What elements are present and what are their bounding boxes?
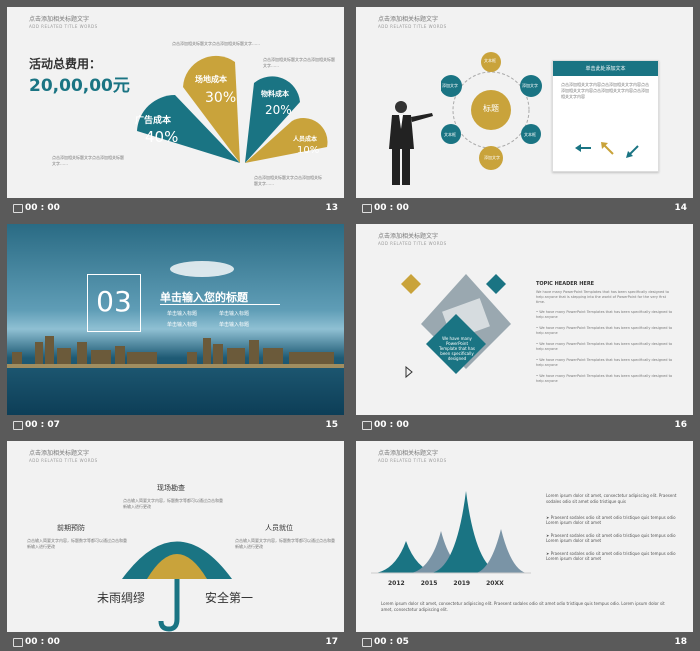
slide-thumbnail-18[interactable]: 点击添加相关标题文字 ADD RELATED TITLE WORDS 2012 20…	[356, 441, 693, 632]
cycle-node-2: 添加文字	[442, 83, 458, 88]
slide-info-bar-16: 00 : 00 16	[356, 416, 693, 434]
list-item: • We have many PowerPoint Templates that…	[536, 310, 673, 319]
slide-info-bar-18: 00 : 05 18	[356, 633, 693, 651]
note-bottom: 点击添加相关标题文字点击添加相关标题文字……	[254, 175, 322, 186]
text-panel: 单击此处添加文本 点击添加相关文字内容点击添加相关文字内容点击添加相关文字内容点…	[552, 60, 659, 172]
timer-icon	[362, 638, 372, 647]
slide-number: 15	[325, 420, 338, 430]
petal-pct-ad: 40%	[145, 128, 179, 146]
slide-thumbnail-17[interactable]: 点击添加相关标题文字 ADD RELATED TITLE WORDS 现场勘查 点…	[7, 441, 344, 632]
slide-info-bar-14: 00 : 00 14	[356, 199, 693, 217]
card-text: We have many PowerPoint Template that ha…	[439, 336, 475, 361]
petal-label-ad: 广告成本	[135, 116, 172, 126]
petal-label-venue: 场地成本	[195, 75, 227, 84]
list-item: ➤ Praesent sodales odio sit amet odio tr…	[546, 551, 676, 561]
desc-staff: 点击输入简要文字内容，标题数字等都可以通过点击和重新输入进行更改	[235, 538, 335, 549]
slide-timing: 00 : 07	[25, 420, 60, 430]
slide-thumbnail-14[interactable]: 点击添加相关标题文字 ADD RELATED TITLE WORDS 标题 文本框…	[356, 7, 693, 198]
cycle-node-3: 添加文字	[522, 83, 538, 88]
list-item: • We have many PowerPoint Templates that…	[536, 326, 673, 335]
list-item: ➤ Praesent sodales odio sit amet odio tr…	[546, 515, 676, 525]
umbrella-icon	[122, 541, 232, 632]
list-item: • We have many PowerPoint Templates that…	[536, 342, 673, 351]
timer-icon	[13, 638, 23, 647]
cycle-node-1: 文本框	[484, 58, 496, 63]
year-labels: 2012 2015 2019 20XX	[388, 580, 504, 587]
slide-header: 点击添加相关标题文字 ADD RELATED TITLE WORDS	[378, 233, 447, 246]
list-item: • We have many PowerPoint Templates that…	[536, 358, 673, 367]
slide-info-bar-13: 00 : 00 13	[7, 199, 344, 217]
slide-info-bar-17: 00 : 00 17	[7, 633, 344, 651]
desc-survey: 点击输入简要文字内容，标题数字等都可以通过点击和重新输入进行更改	[123, 498, 223, 509]
arrows-icon	[575, 142, 639, 158]
businessman-figure	[389, 101, 433, 185]
slide-header: 点击添加相关标题文字 ADD RELATED TITLE WORDS	[378, 450, 447, 463]
slide-timing: 00 : 05	[374, 637, 409, 647]
slide-header: 点击添加相关标题文字 ADD RELATED TITLE WORDS	[378, 16, 447, 29]
section-number-box: 03	[87, 274, 141, 332]
slogan-left: 未雨绸缪	[97, 591, 146, 605]
bullet-list: ➤ Praesent sodales odio sit amet odio tr…	[546, 515, 681, 561]
bullet-list: • We have many PowerPoint Templates that…	[536, 310, 676, 384]
petal-pct-material: 20%	[265, 103, 292, 117]
label-staff: 人员就位	[265, 524, 293, 532]
timer-icon	[362, 421, 372, 430]
slide-thumbnail-16[interactable]: 点击添加相关标题文字 ADD RELATED TITLE WORDS We hav…	[356, 224, 693, 415]
cycle-node-6: 添加文字	[484, 155, 500, 160]
list-item: ➤ Praesent sodales odio sit amet odio tr…	[546, 533, 676, 543]
section-number: 03	[96, 285, 132, 318]
slide-number: 14	[674, 203, 687, 213]
slide-timing: 00 : 00	[374, 420, 409, 430]
note-top: 点击添加相关标题文字点击添加相关标题文字……	[172, 41, 260, 46]
slide-thumbnail-13[interactable]: 点击添加相关标题文字 ADD RELATED TITLE WORDS 活动总费用：…	[7, 7, 344, 198]
slide-timing: 00 : 00	[374, 203, 409, 213]
slide-timing: 00 : 00	[25, 203, 60, 213]
peak-chart	[371, 491, 531, 574]
petal-label-material: 物料成本	[261, 90, 289, 98]
intro-text: Lorem ipsum dolor sit amet, consectetur …	[546, 493, 677, 504]
petal-pct-staff: 10%	[297, 145, 320, 156]
desc-prevention: 点击输入简要文字内容，标题数字等都可以通过点击和重新输入进行更改	[27, 538, 127, 549]
slogan-right: 安全第一	[205, 591, 254, 605]
slide-number: 13	[325, 203, 338, 213]
section-items: 单击输入标题 单击输入标题 单击输入标题 单击输入标题	[167, 311, 250, 328]
slide-header: 点击添加相关标题文字 ADD RELATED TITLE WORDS	[29, 450, 98, 463]
cycle-node-4: 文本框	[444, 132, 456, 137]
slide-number: 17	[325, 637, 338, 647]
timer-icon	[13, 204, 23, 213]
label-survey: 现场勘查	[157, 484, 185, 492]
topic-text: We have many PowerPoint Templates that h…	[536, 290, 669, 304]
slide-number: 18	[674, 637, 687, 647]
list-item: • We have many PowerPoint Templates that…	[536, 374, 673, 383]
topic-header: TOPIC HEADER HERE	[536, 281, 595, 287]
slide-number: 16	[674, 420, 687, 430]
cycle-center-label: 标题	[483, 104, 499, 113]
petal-chart	[137, 55, 328, 163]
timer-icon	[362, 204, 372, 213]
note-left: 点击添加相关标题文字点击添加相关标题文字……	[52, 155, 124, 166]
note-right: 点击添加相关标题文字点击添加相关标题文字……	[263, 57, 335, 68]
slide-timing: 00 : 00	[25, 637, 60, 647]
slide-thumbnail-15[interactable]: 03 单击输入您的标题 单击输入标题 单击输入标题 单击输入标题 单击输入标题	[7, 224, 344, 415]
panel-title: 单击此处添加文本	[553, 61, 658, 76]
cycle-node-5: 文本框	[524, 132, 536, 137]
timer-icon	[13, 421, 23, 430]
panel-text: 点击添加相关文字内容点击添加相关文字内容点击添加相关文字内容点击添加相关文字内容…	[561, 82, 649, 99]
label-prevention: 前期预防	[57, 524, 85, 532]
title-underline	[160, 304, 280, 305]
petal-pct-venue: 30%	[205, 90, 237, 106]
slide-info-bar-15: 00 : 07 15	[7, 416, 344, 434]
section-title: 单击输入您的标题	[160, 291, 248, 304]
footer-text: Lorem ipsum dolor sit amet, consectetur …	[381, 601, 665, 612]
petal-label-staff: 人员成本	[293, 136, 318, 143]
